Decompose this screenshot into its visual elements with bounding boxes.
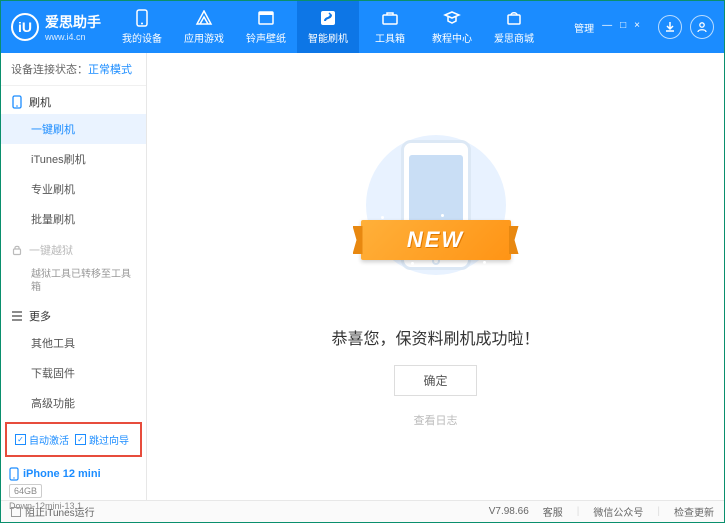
wechat-link[interactable]: 微信公众号	[593, 504, 643, 519]
phone-icon	[133, 9, 151, 27]
minimize-button[interactable]: —	[600, 18, 614, 37]
checkbox-block-itunes[interactable]: 阻止iTunes运行	[11, 504, 95, 519]
sidebar-item-advanced[interactable]: 高级功能	[1, 388, 146, 418]
nav-label: 铃声壁纸	[246, 30, 286, 45]
wallpaper-icon	[257, 9, 275, 27]
support-link[interactable]: 客服	[543, 504, 563, 519]
device-capacity: 64GB	[9, 484, 42, 498]
sidebar-section-jailbreak: 一键越狱	[1, 234, 146, 262]
tutorial-icon	[443, 9, 461, 27]
app-url: www.i4.cn	[45, 32, 101, 42]
section-label: 一键越狱	[29, 242, 73, 258]
success-illustration: NEW	[356, 125, 516, 305]
new-ribbon: NEW	[361, 220, 511, 260]
app-header: iU 爱思助手 www.i4.cn 我的设备 应用游戏 铃声壁纸 智能刷机 工具…	[1, 1, 724, 53]
sidebar-item-pro-flash[interactable]: 专业刷机	[1, 174, 146, 204]
nav-tutorials[interactable]: 教程中心	[421, 1, 483, 53]
main-nav: 我的设备 应用游戏 铃声壁纸 智能刷机 工具箱 教程中心 爱思商城	[111, 1, 572, 53]
sidebar-item-itunes-flash[interactable]: iTunes刷机	[1, 144, 146, 174]
download-button[interactable]	[658, 15, 682, 39]
ok-button[interactable]: 确定	[394, 365, 476, 396]
window-controls: 管理 — □ ×	[572, 18, 642, 37]
maximize-button[interactable]: □	[618, 18, 628, 37]
nav-label: 爱思商城	[494, 30, 534, 45]
sidebar: 设备连接状态：正常模式 刷机 一键刷机 iTunes刷机 专业刷机 批量刷机 一…	[1, 53, 147, 500]
sidebar-item-other-tools[interactable]: 其他工具	[1, 328, 146, 358]
user-button[interactable]	[690, 15, 714, 39]
nav-label: 智能刷机	[308, 30, 348, 45]
nav-flash[interactable]: 智能刷机	[297, 1, 359, 53]
nav-label: 教程中心	[432, 30, 472, 45]
device-name: iPhone 12 mini	[9, 467, 138, 481]
section-label: 刷机	[29, 94, 51, 110]
header-right: 管理 — □ ×	[572, 15, 714, 39]
sidebar-item-download-firmware[interactable]: 下载固件	[1, 358, 146, 388]
flash-icon	[319, 9, 337, 27]
app-name: 爱思助手	[45, 12, 101, 32]
sidebar-section-flash[interactable]: 刷机	[1, 86, 146, 114]
check-icon: ✓	[15, 434, 26, 445]
view-log-link[interactable]: 查看日志	[414, 412, 458, 428]
nav-store[interactable]: 爱思商城	[483, 1, 545, 53]
nav-my-device[interactable]: 我的设备	[111, 1, 173, 53]
checkbox-label: 跳过向导	[89, 432, 129, 447]
status-value: 正常模式	[88, 64, 132, 76]
sidebar-section-more[interactable]: 更多	[1, 300, 146, 328]
checkbox-icon	[11, 507, 21, 517]
phone-icon	[9, 467, 19, 481]
nav-label: 我的设备	[122, 30, 162, 45]
logo-icon: iU	[11, 13, 39, 41]
store-icon	[505, 9, 523, 27]
menu-icon	[11, 311, 23, 321]
nav-toolbox[interactable]: 工具箱	[359, 1, 421, 53]
nav-apps[interactable]: 应用游戏	[173, 1, 235, 53]
toolbox-icon	[381, 9, 399, 27]
main-content: NEW 恭喜您，保资料刷机成功啦！ 确定 查看日志	[147, 53, 724, 500]
lock-icon	[11, 244, 23, 256]
status-label: 设备连接状态：	[11, 64, 88, 76]
manage-button[interactable]: 管理	[572, 18, 596, 37]
options-box: ✓ 自动激活 ✓ 跳过向导	[5, 422, 142, 457]
logo: iU 爱思助手 www.i4.cn	[11, 12, 111, 42]
success-message: 恭喜您，保资料刷机成功啦！	[331, 325, 539, 349]
section-label: 更多	[29, 308, 51, 324]
jailbreak-note: 越狱工具已转移至工具箱	[1, 262, 146, 300]
checkbox-auto-activate[interactable]: ✓ 自动激活	[15, 432, 69, 447]
apps-icon	[195, 9, 213, 27]
sidebar-item-oneclick-flash[interactable]: 一键刷机	[1, 114, 146, 144]
version-label: V7.98.66	[489, 506, 529, 517]
device-icon	[11, 95, 23, 109]
update-link[interactable]: 检查更新	[674, 504, 714, 519]
sidebar-item-batch-flash[interactable]: 批量刷机	[1, 204, 146, 234]
nav-ringtones[interactable]: 铃声壁纸	[235, 1, 297, 53]
connection-status: 设备连接状态：正常模式	[1, 53, 146, 86]
nav-label: 应用游戏	[184, 30, 224, 45]
checkbox-label: 自动激活	[29, 432, 69, 447]
close-button[interactable]: ×	[632, 18, 642, 37]
nav-label: 工具箱	[375, 30, 405, 45]
check-icon: ✓	[75, 434, 86, 445]
checkbox-label: 阻止iTunes运行	[25, 504, 95, 519]
checkbox-skip-guide[interactable]: ✓ 跳过向导	[75, 432, 129, 447]
